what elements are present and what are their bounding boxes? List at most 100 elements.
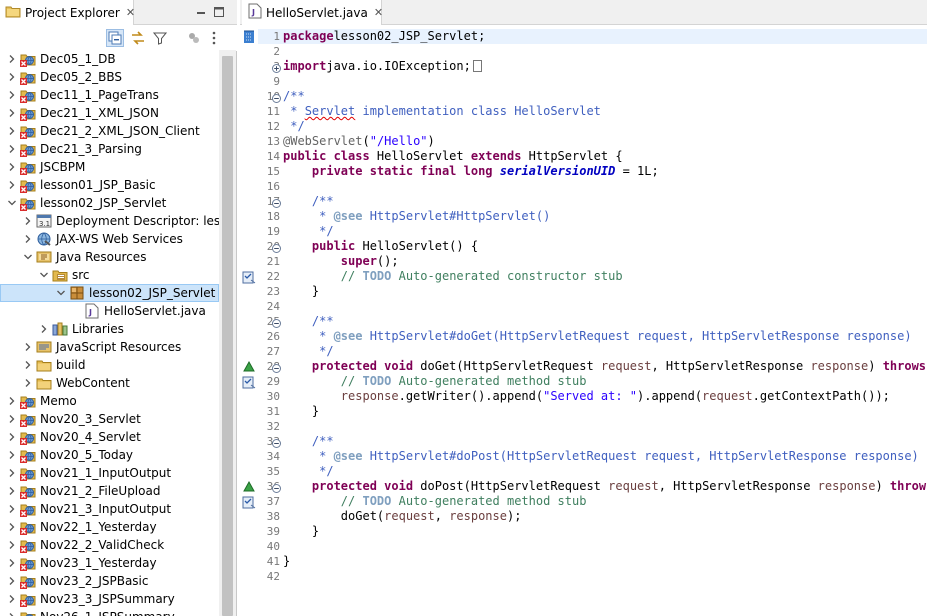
tree-item-nov22-2-validcheck[interactable]: Nov22_2_ValidCheck [0,536,164,554]
code-line[interactable]: /** [283,314,334,329]
chevron-right-icon[interactable] [6,503,18,515]
folded-imports-marker[interactable] [472,60,482,72]
tree-item-nov23-2-jspbasic[interactable]: Nov23_2_JSPBasic [0,572,149,590]
chevron-right-icon[interactable] [6,107,18,119]
view-menu-button[interactable] [205,29,223,47]
code-line[interactable]: @WebServlet("/Hello") [283,134,435,149]
code-line[interactable]: // TODO Auto-generated method stub [283,374,587,389]
filter-button[interactable] [151,29,169,47]
code-line[interactable]: } [283,524,319,539]
chevron-right-icon[interactable] [6,521,18,533]
chevron-right-icon[interactable] [6,449,18,461]
code-line[interactable]: */ [283,224,333,239]
collapse-all-button[interactable] [106,29,124,47]
chevron-right-icon[interactable] [22,215,34,227]
code-line[interactable]: packagelesson02_JSP_Servlet; [283,29,485,44]
tree-item-dec21-3-parsing[interactable]: Dec21_3_Parsing [0,140,142,158]
collapse-fold-icon[interactable] [272,317,281,328]
chevron-right-icon[interactable] [6,143,18,155]
code-line[interactable]: /** [283,194,334,209]
tree-item-nov21-1-inputoutput[interactable]: Nov21_1_InputOutput [0,464,171,482]
chevron-right-icon[interactable] [6,395,18,407]
chevron-down-icon[interactable] [6,197,18,209]
code-line[interactable]: } [283,284,319,299]
tree-item-lesson02-jsp-servlet[interactable]: lesson02_JSP_Servlet [0,194,166,212]
chevron-right-icon[interactable] [6,125,18,137]
chevron-right-icon[interactable] [6,431,18,443]
tree-item-dec05-1-db[interactable]: Dec05_1_DB [0,50,116,68]
tree-item-nov20-4-servlet[interactable]: Nov20_4_Servlet [0,428,141,446]
chevron-right-icon[interactable] [6,467,18,479]
chevron-right-icon[interactable] [6,161,18,173]
collapse-fold-icon[interactable] [272,362,281,373]
tree-item-lesson02-jsp-servlet[interactable]: lesson02_JSP_Servlet [0,284,219,302]
expand-fold-icon[interactable] [272,62,281,73]
code-line[interactable]: * @see HttpServlet#HttpServlet() [283,209,550,224]
chevron-right-icon[interactable] [6,89,18,101]
tree-item-nov20-5-today[interactable]: Nov20_5_Today [0,446,133,464]
collapse-fold-icon[interactable] [272,242,281,253]
tree-item-src[interactable]: src [0,266,90,284]
code-line[interactable]: importjava.io.IOException; [283,59,482,74]
code-line[interactable]: protected void doGet(HttpServletRequest … [283,359,927,374]
explorer-scrollbar[interactable] [219,50,236,616]
line-number-ruler[interactable]: 1239101112131415161718192021222324252627… [258,26,282,616]
tree-item-dec11-1-pagetrans[interactable]: Dec11_1_PageTrans [0,86,159,104]
tree-item-dec05-2-bbs[interactable]: Dec05_2_BBS [0,68,122,86]
tree-item-dec21-2-xml-json-client[interactable]: Dec21_2_XML_JSON_Client [0,122,200,140]
chevron-right-icon[interactable] [22,359,34,371]
chevron-right-icon[interactable] [6,539,18,551]
chevron-right-icon[interactable] [6,593,18,605]
tree-item-dec21-1-xml-json[interactable]: Dec21_1_XML_JSON [0,104,159,122]
tree-item-helloservlet-java[interactable]: J HelloServlet.java [0,302,206,320]
close-icon[interactable]: ✕ [126,7,135,18]
tree-item-jscbpm[interactable]: JSCBPM [0,158,85,176]
link-with-editor-button[interactable] [129,29,147,47]
code-line[interactable]: * @see HttpServlet#doGet(HttpServletRequ… [283,329,911,344]
editor-body[interactable]: 1239101112131415161718192021222324252627… [240,26,927,616]
code-line[interactable]: super(); [283,254,399,269]
code-line[interactable]: public class HelloServlet extends HttpSe… [283,149,623,164]
code-line[interactable]: } [283,554,290,569]
code-line[interactable]: // TODO Auto-generated constructor stub [283,269,623,284]
chevron-right-icon[interactable] [22,341,34,353]
code-line[interactable]: protected void doPost(HttpServletRequest… [283,479,927,494]
code-line[interactable]: doGet(request, response); [283,509,522,524]
close-icon[interactable]: ✕ [374,7,383,18]
tree-item-libraries[interactable]: Libraries [0,320,124,338]
tree-item-nov23-3-jspsummary[interactable]: Nov23_3_JSPSummary [0,590,175,608]
collapse-fold-icon[interactable] [272,92,281,103]
chevron-right-icon[interactable] [38,323,50,335]
tree-item-nov20-3-servlet[interactable]: Nov20_3_Servlet [0,410,141,428]
tree-item-build[interactable]: build [0,356,86,374]
tree-item-javascript-resources[interactable]: JavaScript Resources [0,338,181,356]
code-line[interactable]: /** [283,89,305,104]
tree-item-memo[interactable]: Memo [0,392,77,410]
maximize-button[interactable] [211,4,227,20]
chevron-right-icon[interactable] [6,71,18,83]
collapse-fold-icon[interactable] [272,437,281,448]
tree-item-jax-ws-web-services[interactable]: JAX-WS Web Services [0,230,183,248]
code-line[interactable]: * Servlet implementation class HelloServ… [283,104,601,119]
explorer-scrollbar-thumb[interactable] [222,56,233,616]
focus-button[interactable] [185,29,203,47]
code-line[interactable]: /** [283,434,334,449]
code-line[interactable]: // TODO Auto-generated method stub [283,494,587,509]
chevron-down-icon[interactable] [22,251,34,263]
tree-item-deployment-descriptor-lesso[interactable]: 3.1 Deployment Descriptor: lesso [0,212,219,230]
tree-item-nov21-3-inputoutput[interactable]: Nov21_3_InputOutput [0,500,171,518]
chevron-down-icon[interactable] [55,287,67,299]
chevron-right-icon[interactable] [22,233,34,245]
minimize-button[interactable] [193,4,209,20]
code-line[interactable]: response.getWriter().append("Served at: … [283,389,890,404]
chevron-right-icon[interactable] [6,575,18,587]
code-line[interactable]: * @see HttpServlet#doPost(HttpServletReq… [283,449,919,464]
tree-item-lesson01-jsp-basic[interactable]: lesson01_JSP_Basic [0,176,156,194]
tree-item-nov23-1-yesterday[interactable]: Nov23_1_Yesterday [0,554,157,572]
project-explorer-tab[interactable]: Project Explorer ✕ [0,0,135,25]
tree-item-nov22-1-yesterday[interactable]: Nov22_1_Yesterday [0,518,157,536]
collapse-fold-icon[interactable] [272,197,281,208]
chevron-right-icon[interactable] [22,377,34,389]
collapse-fold-icon[interactable] [272,482,281,493]
chevron-down-icon[interactable] [38,269,50,281]
